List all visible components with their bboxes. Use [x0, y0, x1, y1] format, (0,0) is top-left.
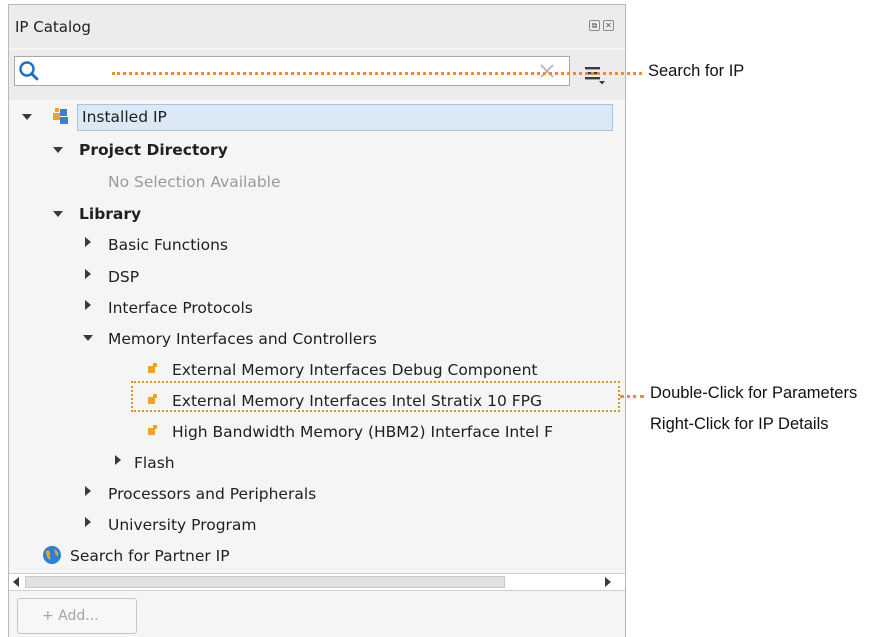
tree-item-memory-interfaces[interactable]: Memory Interfaces and Controllers	[108, 325, 377, 353]
expand-interface-protocols-icon[interactable]	[85, 300, 91, 310]
tree-item-no-selection: No Selection Available	[108, 173, 281, 191]
search-icon	[19, 61, 39, 81]
add-button[interactable]: + Add...	[17, 598, 137, 634]
globe-icon	[43, 546, 61, 564]
expand-installed-ip-icon[interactable]	[22, 114, 32, 120]
expand-project-directory-icon[interactable]	[53, 147, 63, 153]
tree-item-dsp[interactable]: DSP	[108, 263, 139, 291]
expand-basic-functions-icon[interactable]	[85, 237, 91, 247]
expand-dsp-icon[interactable]	[85, 269, 91, 279]
callout-double-click: Double-Click for Parameters	[650, 384, 858, 402]
expand-flash-icon[interactable]	[115, 455, 121, 465]
installed-ip-icon	[53, 108, 68, 124]
tree-item-emif-debug[interactable]: External Memory Interfaces Debug Compone…	[172, 356, 537, 384]
clear-icon[interactable]	[539, 63, 555, 79]
search-input[interactable]	[14, 56, 570, 86]
callout-right-click: Right-Click for IP Details	[650, 415, 829, 433]
ip-component-icon	[148, 363, 157, 373]
panel-title: IP Catalog	[15, 18, 91, 36]
ip-catalog-panel: IP Catalog ⧉ ✕ Installed IP Project Dire…	[8, 4, 626, 637]
tree-item-partner-ip[interactable]: Search for Partner IP	[70, 542, 230, 570]
tree-item-hbm2[interactable]: High Bandwidth Memory (HBM2) Interface I…	[172, 418, 553, 446]
emif-highlight-box	[131, 381, 620, 412]
close-window-icon[interactable]: ✕	[603, 20, 614, 31]
search-row	[9, 50, 625, 100]
tree-item-interface-protocols[interactable]: Interface Protocols	[108, 294, 253, 322]
scroll-right-icon[interactable]	[605, 577, 611, 587]
tree-item-processors[interactable]: Processors and Peripherals	[108, 480, 316, 508]
ip-component-icon	[148, 425, 157, 435]
callout-search-for-ip: Search for IP	[648, 62, 745, 80]
expand-library-icon[interactable]	[53, 211, 63, 217]
tree-item-library[interactable]: Library	[79, 200, 141, 228]
tree-item-university[interactable]: University Program	[108, 511, 257, 539]
tree-item-flash[interactable]: Flash	[134, 449, 175, 477]
tree-item-installed-ip[interactable]: Installed IP	[82, 103, 167, 131]
search-callout-line	[112, 72, 642, 75]
tree-item-project-directory[interactable]: Project Directory	[79, 136, 228, 164]
title-bar: IP Catalog ⧉ ✕	[9, 5, 625, 48]
expand-university-icon[interactable]	[85, 517, 91, 527]
scroll-left-icon[interactable]	[13, 577, 19, 587]
float-window-icon[interactable]: ⧉	[589, 20, 600, 31]
expand-memory-interfaces-icon[interactable]	[83, 335, 93, 341]
emif-callout-line	[620, 395, 644, 398]
tree-item-basic-functions[interactable]: Basic Functions	[108, 231, 228, 259]
expand-processors-icon[interactable]	[85, 486, 91, 496]
scrollbar-thumb[interactable]	[25, 576, 505, 588]
horizontal-scrollbar[interactable]	[9, 573, 625, 591]
ip-tree: Installed IP Project Directory No Select…	[9, 100, 625, 570]
